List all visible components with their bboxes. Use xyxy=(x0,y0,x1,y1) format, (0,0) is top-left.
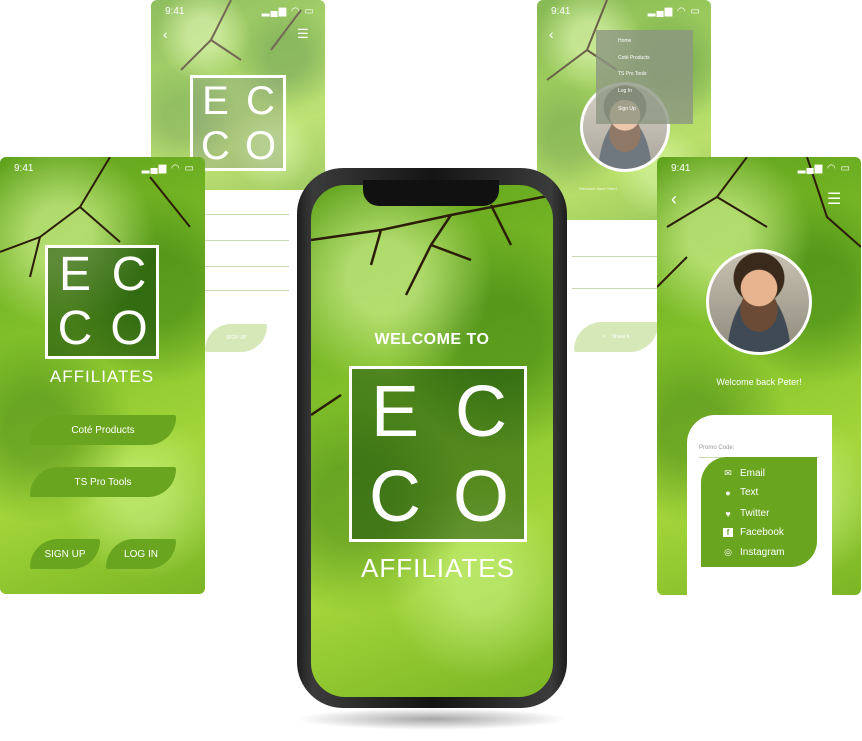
phone-shadow xyxy=(295,708,569,730)
affiliates-tagline: AFFILIATES xyxy=(49,367,155,386)
text-message-icon: ● xyxy=(725,487,731,498)
ecco-logo: EC CO xyxy=(349,366,527,542)
form-field-line[interactable] xyxy=(572,256,658,257)
status-time: 9:41 xyxy=(671,163,691,174)
login-button[interactable]: LOG IN xyxy=(106,539,176,569)
splash-screen: WELCOME TO EC CO AFFILIATES xyxy=(311,185,553,697)
status-time: 9:41 xyxy=(165,6,185,17)
share-button[interactable]: < Share it xyxy=(574,322,658,352)
share-twitter-option[interactable]: ♥ Twitter xyxy=(723,508,769,519)
status-bar: 9:41 ▂▄▆ ◠ ▭ xyxy=(657,157,861,181)
share-text-option[interactable]: ● Text xyxy=(723,487,758,498)
status-icons: ▂▄▆ ◠ ▭ xyxy=(261,6,315,17)
form-field-line[interactable] xyxy=(205,266,289,267)
status-icons: ▂▄▆ ◠ ▭ xyxy=(797,163,851,174)
menu-item-cote-products[interactable]: Coté Products xyxy=(618,55,650,61)
menu-item-sign-up[interactable]: Sign Up xyxy=(618,106,636,112)
profile-screen: 9:41 ▂▄▆ ◠ ▭ ‹ ☰ Welcome back Peter! Pro… xyxy=(657,157,861,595)
signup-button[interactable]: SIGN UP xyxy=(30,539,100,569)
dropdown-menu: Home Coté Products TS Pro Tools Log In S… xyxy=(596,30,693,124)
share-panel: < Share it xyxy=(568,220,658,370)
share-email-option[interactable]: ✉ Email xyxy=(723,468,765,479)
welcome-heading: WELCOME TO xyxy=(374,331,490,348)
share-icon: < xyxy=(602,334,606,340)
status-bar: 9:41 ▂▄▆ ◠ ▭ xyxy=(537,0,711,24)
share-options-panel: ✉ Email ● Text ♥ Twitter f Facebook ◎ In… xyxy=(701,457,817,567)
facebook-icon: f xyxy=(723,528,733,537)
form-field-line[interactable] xyxy=(205,214,289,215)
welcome-text: Welcome back Peter! xyxy=(579,186,617,191)
promo-code-label: Promo Code: xyxy=(699,445,735,451)
status-icons: ▂▄▆ ◠ ▭ xyxy=(141,163,195,174)
signup-submit-button[interactable]: SIGN UP xyxy=(205,324,267,352)
ecco-logo: EC CO xyxy=(45,245,159,359)
affiliates-tagline: AFFILIATES xyxy=(361,553,515,583)
hamburger-menu-icon[interactable]: ☰ xyxy=(297,26,309,42)
phone-notch xyxy=(363,180,499,206)
form-field-line[interactable] xyxy=(205,240,289,241)
ts-pro-tools-button[interactable]: TS Pro Tools xyxy=(30,467,176,497)
status-icons: ▂▄▆ ◠ ▭ xyxy=(647,6,701,17)
form-field-line[interactable] xyxy=(205,290,289,291)
menu-item-ts-pro-tools[interactable]: TS Pro Tools xyxy=(618,71,647,77)
back-icon[interactable]: ‹ xyxy=(671,189,677,210)
menu-item-home[interactable]: Home xyxy=(618,38,631,44)
profile-avatar xyxy=(706,249,812,355)
email-icon: ✉ xyxy=(724,468,732,478)
home-screen: 9:41 ▂▄▆ ◠ ▭ EC CO AFFILIATES Coté Produ… xyxy=(0,157,205,594)
hamburger-menu-icon[interactable]: ☰ xyxy=(827,189,841,209)
welcome-text: Welcome back Peter! xyxy=(716,377,802,387)
status-bar: 9:41 ▂▄▆ ◠ ▭ xyxy=(0,157,205,181)
share-instagram-option[interactable]: ◎ Instagram xyxy=(723,547,784,558)
cote-products-button[interactable]: Coté Products xyxy=(30,415,176,445)
form-field-line[interactable] xyxy=(572,288,658,289)
status-time: 9:41 xyxy=(551,6,571,17)
instagram-icon: ◎ xyxy=(724,547,732,557)
back-icon[interactable]: ‹ xyxy=(549,26,554,42)
status-bar: 9:41 ▂▄▆ ◠ ▭ xyxy=(151,0,325,24)
share-facebook-option[interactable]: f Facebook xyxy=(723,527,784,538)
back-icon[interactable]: ‹ xyxy=(163,26,168,42)
twitter-icon: ♥ xyxy=(725,508,731,519)
status-time: 9:41 xyxy=(14,163,34,174)
menu-item-log-in[interactable]: Log In xyxy=(618,88,632,94)
